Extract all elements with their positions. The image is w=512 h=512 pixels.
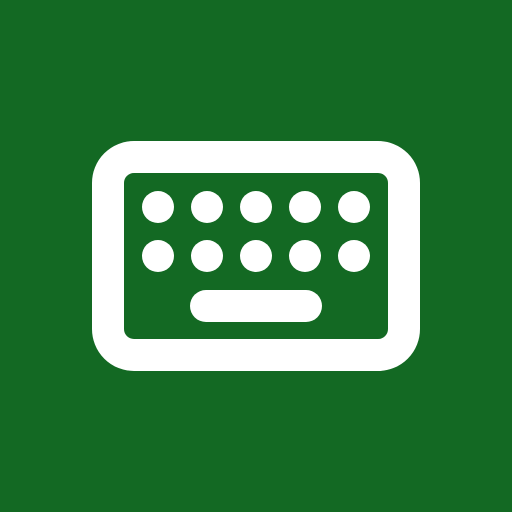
keyboard-icon — [0, 0, 512, 512]
app-icon — [0, 0, 512, 512]
keyboard-key — [338, 240, 370, 272]
keyboard-key — [142, 191, 174, 223]
keyboard-key — [289, 191, 321, 223]
keyboard-key — [191, 191, 223, 223]
keyboard-key — [191, 240, 223, 272]
keyboard-spacebar — [190, 290, 322, 322]
keyboard-key — [240, 240, 272, 272]
keyboard-key — [289, 240, 321, 272]
keyboard-key — [142, 240, 174, 272]
keyboard-key — [240, 191, 272, 223]
keyboard-key — [338, 191, 370, 223]
